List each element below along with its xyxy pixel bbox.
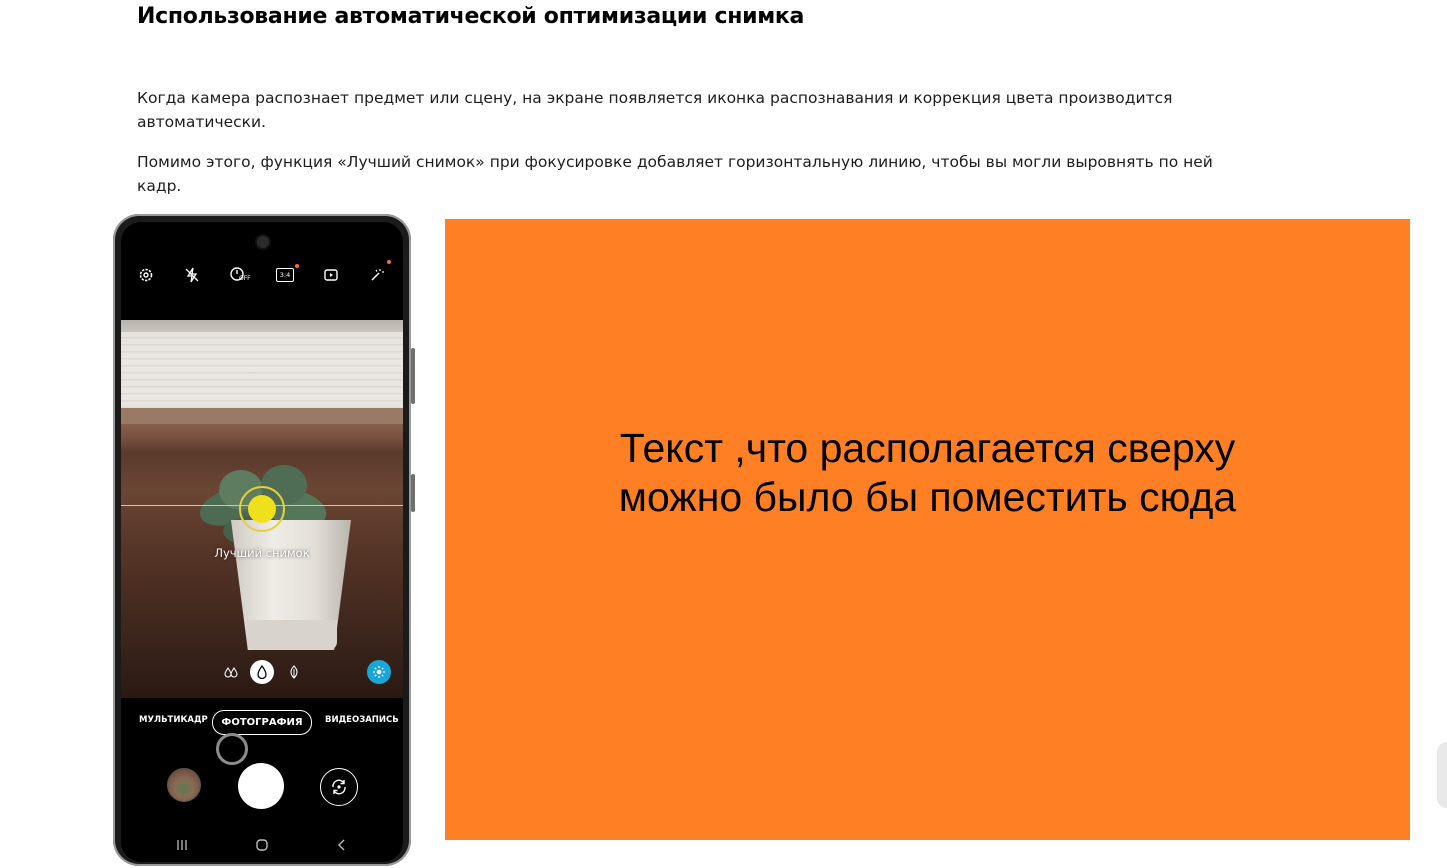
flower-pot-base [247,620,337,650]
phone-volume-button [411,348,415,404]
floating-side-widget[interactable] [1437,742,1447,808]
flash-off-icon[interactable] [179,262,205,288]
window-blinds [121,332,403,407]
panel-text-line-1: Текст ,что располагается сверху [619,425,1236,471]
filter-drops-icon[interactable] [219,660,243,684]
phone-screen: OFF 3:4 Лучший снимок МУЛЬТИКАДР ФОТОГРА… [121,222,403,862]
paragraph-best-shot: Помимо этого, функция «Лучший снимок» пр… [137,153,1213,195]
mode-multiframe[interactable]: МУЛЬТИКАДР [139,715,208,725]
camera-viewfinder[interactable]: Лучший снимок [121,320,403,698]
motion-photo-icon[interactable] [318,262,344,288]
home-icon[interactable] [247,834,277,856]
scene-optimizer-icon[interactable] [367,660,391,684]
settings-icon[interactable] [133,262,159,288]
shutter-button[interactable] [238,763,284,809]
orange-text-panel: Текст ,что располагается сверху можно бы… [445,219,1410,840]
camera-top-bar: OFF 3:4 [121,260,403,288]
filter-leaf-icon[interactable] [282,660,306,684]
switch-camera-icon[interactable] [320,768,358,806]
effects-icon[interactable] [364,262,390,288]
ratio-label: 3:4 [279,271,291,279]
timer-off-label: OFF [239,275,251,282]
scene-filter-bar [121,660,403,686]
camera-mode-selector: МУЛЬТИКАДР ФОТОГРАФИЯ ВИДЕОЗАПИСЬ [121,710,403,736]
best-shot-label: Лучший снимок [214,546,310,560]
window-sill [121,408,403,424]
focus-point [248,495,276,523]
timer-off-icon[interactable]: OFF [225,262,251,288]
phone-image: OFF 3:4 Лучший снимок МУЛЬТИКАДР ФОТОГРА… [113,214,415,866]
gallery-thumbnail[interactable] [167,768,201,802]
system-navigation-bar [121,834,403,856]
front-camera [257,236,269,248]
phone-power-button [411,474,415,512]
recent-apps-icon[interactable] [167,834,197,856]
page-title: Использование автоматической оптимизации… [137,4,805,29]
touch-indicator [216,733,248,765]
mode-photo[interactable]: ФОТОГРАФИЯ [212,710,312,735]
ratio-notify-dot [295,264,299,268]
paragraph-recognition: Когда камера распознает предмет или сцен… [137,89,1173,131]
mode-video[interactable]: ВИДЕОЗАПИСЬ [325,715,399,725]
panel-text: Текст ,что располагается сверху можно бы… [445,424,1410,522]
back-icon[interactable] [327,834,357,856]
filter-drop-active-icon[interactable] [250,660,274,684]
effects-notify-dot [387,260,391,264]
panel-text-line-2: можно было бы поместить сюда [618,474,1237,520]
